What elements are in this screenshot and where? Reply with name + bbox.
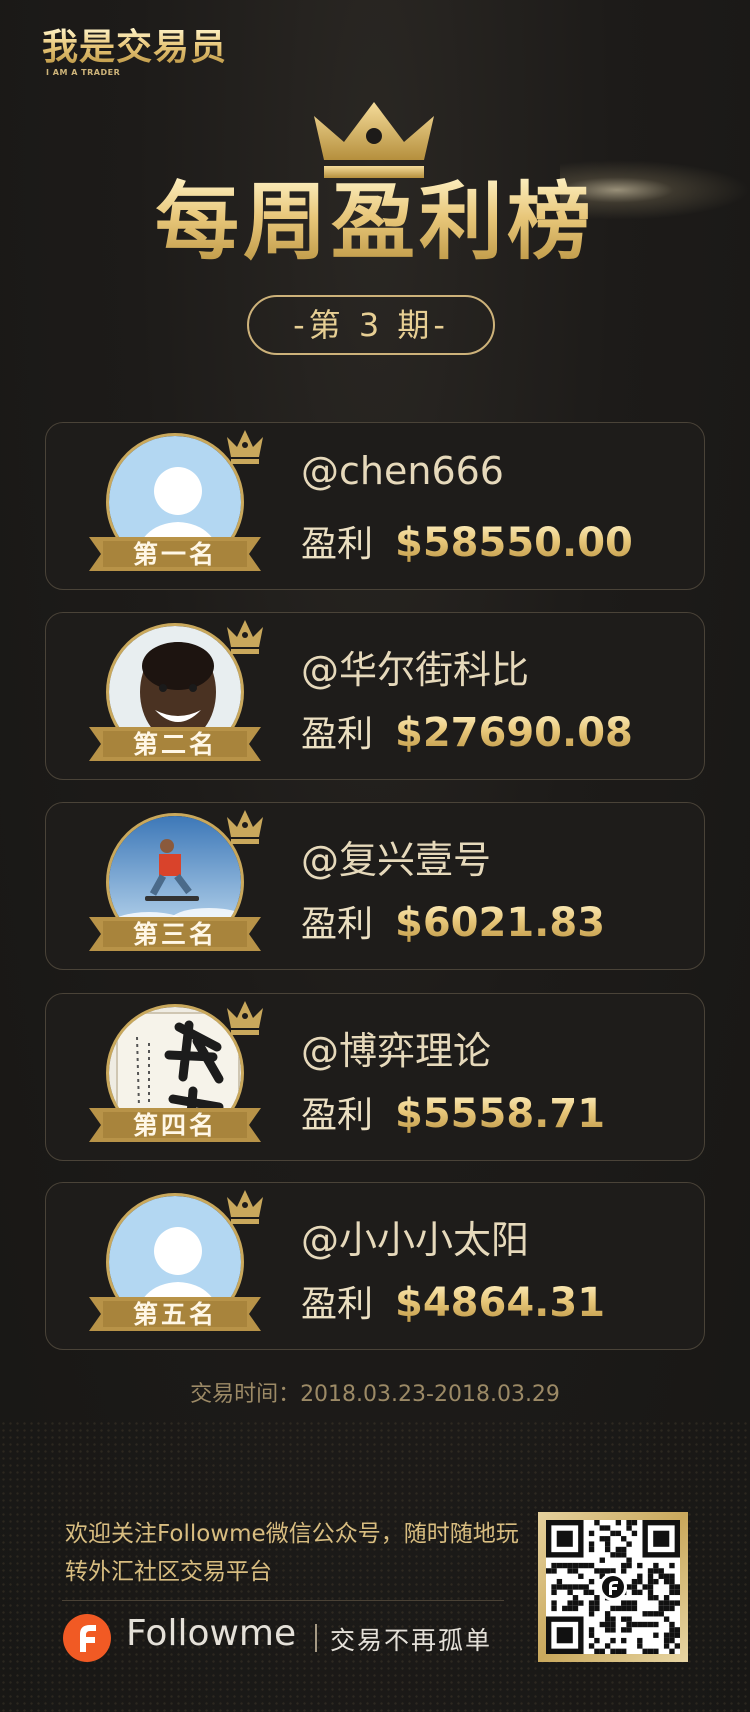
brand-separator (315, 1624, 317, 1652)
profit-value: $27690.08 (395, 710, 633, 756)
crown-icon (227, 620, 263, 654)
qr-code-pattern (546, 1520, 680, 1654)
brand-logo: 我是交易员 I AM A TRADER (42, 28, 242, 80)
profit-row: 盈利 $6021.83 (301, 895, 605, 947)
profit-value: $6021.83 (395, 900, 606, 946)
crown-icon (314, 102, 434, 178)
crown-icon (227, 1190, 263, 1224)
rank-label: 第五名 (132, 1300, 217, 1329)
profit-label: 盈利 (301, 1095, 374, 1136)
crown-icon (227, 1001, 263, 1035)
rank-card[interactable]: 第一名 @chen666 盈利 $58550.00 (45, 422, 705, 590)
username[interactable]: @复兴壹号 (301, 829, 491, 884)
rank-card[interactable]: 第二名 @华尔街科比盈利 $27690.08 (45, 612, 705, 780)
rank-label: 第二名 (132, 730, 217, 759)
rank-ribbon: 第一名 (89, 533, 261, 575)
footer-divider (62, 1600, 504, 1601)
logo-subtext: I AM A TRADER (46, 68, 121, 77)
username[interactable]: @博弈理论 (301, 1020, 491, 1075)
profit-row: 盈利 $27690.08 (301, 705, 633, 757)
page-title: 每周盈利榜 (0, 172, 750, 272)
trade-period: 交易时间：2018.03.23-2018.03.29 (190, 1382, 560, 1407)
profit-label: 盈利 (301, 904, 374, 945)
rank-card[interactable]: 第五名 @小小小太阳盈利 $4864.31 (45, 1182, 705, 1350)
qr-code[interactable] (538, 1512, 688, 1662)
username[interactable]: @chen666 (301, 449, 504, 493)
brand-slogan: 交易不再孤单 (330, 1626, 493, 1655)
brand-name: Followme (126, 1613, 297, 1654)
rank-card[interactable]: 第三名 @复兴壹号盈利 $6021.83 (45, 802, 705, 970)
rank-label: 第三名 (132, 920, 217, 949)
profit-label: 盈利 (301, 524, 374, 565)
profit-value: $5558.71 (395, 1091, 606, 1137)
logo-text: 我是交易员 (42, 28, 242, 68)
username[interactable]: @华尔街科比 (301, 639, 529, 694)
welcome-text: 欢迎关注Followme微信公众号，随时随地玩转外汇社区交易平台 (65, 1521, 519, 1585)
rank-ribbon: 第四名 (89, 1104, 261, 1146)
profit-label: 盈利 (301, 714, 374, 755)
rank-ribbon: 第二名 (89, 723, 261, 765)
profit-row: 盈利 $5558.71 (301, 1086, 605, 1138)
followme-logo-icon (63, 1614, 111, 1662)
profit-row: 盈利 $58550.00 (301, 515, 633, 567)
profit-label: 盈利 (301, 1284, 374, 1325)
profit-value: $4864.31 (395, 1280, 606, 1326)
rank-label: 第一名 (132, 540, 217, 569)
crown-icon (227, 810, 263, 844)
crown-icon (227, 430, 263, 464)
rank-ribbon: 第三名 (89, 913, 261, 955)
rank-ribbon: 第五名 (89, 1293, 261, 1335)
profit-value: $58550.00 (395, 520, 633, 566)
username[interactable]: @小小小太阳 (301, 1209, 529, 1264)
issue-badge: -第 3 期- (247, 295, 495, 355)
rank-label: 第四名 (132, 1111, 217, 1140)
rank-card[interactable]: 第四名 @博弈理论盈利 $5558.71 (45, 993, 705, 1161)
profit-row: 盈利 $4864.31 (301, 1275, 605, 1327)
